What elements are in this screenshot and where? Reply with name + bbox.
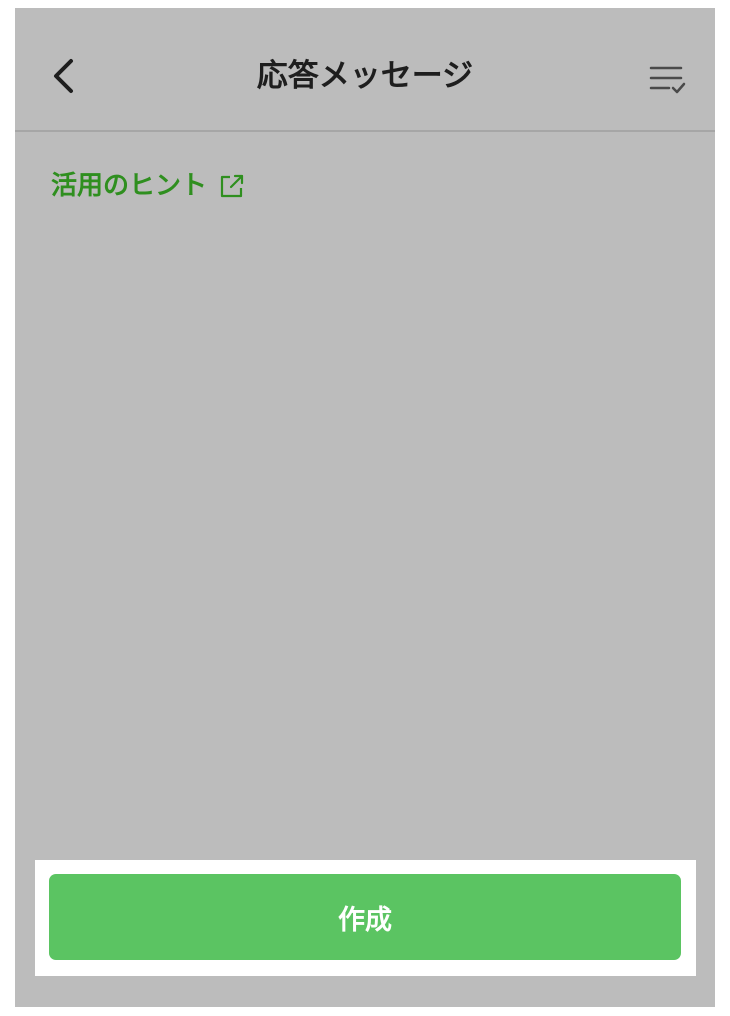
app-screen: 応答メッセージ 活用のヒント 作成 [15, 8, 715, 1007]
create-button[interactable]: 作成 [49, 874, 681, 960]
list-check-button[interactable] [647, 60, 691, 100]
list-check-icon [649, 66, 686, 94]
footer-panel: 作成 [35, 860, 696, 976]
usage-hint-label: 活用のヒント [51, 171, 208, 201]
header-bar: 応答メッセージ [15, 8, 715, 132]
page-title: 応答メッセージ [256, 58, 474, 94]
usage-hint-link[interactable]: 活用のヒント [51, 166, 247, 206]
external-link-icon [220, 174, 244, 198]
